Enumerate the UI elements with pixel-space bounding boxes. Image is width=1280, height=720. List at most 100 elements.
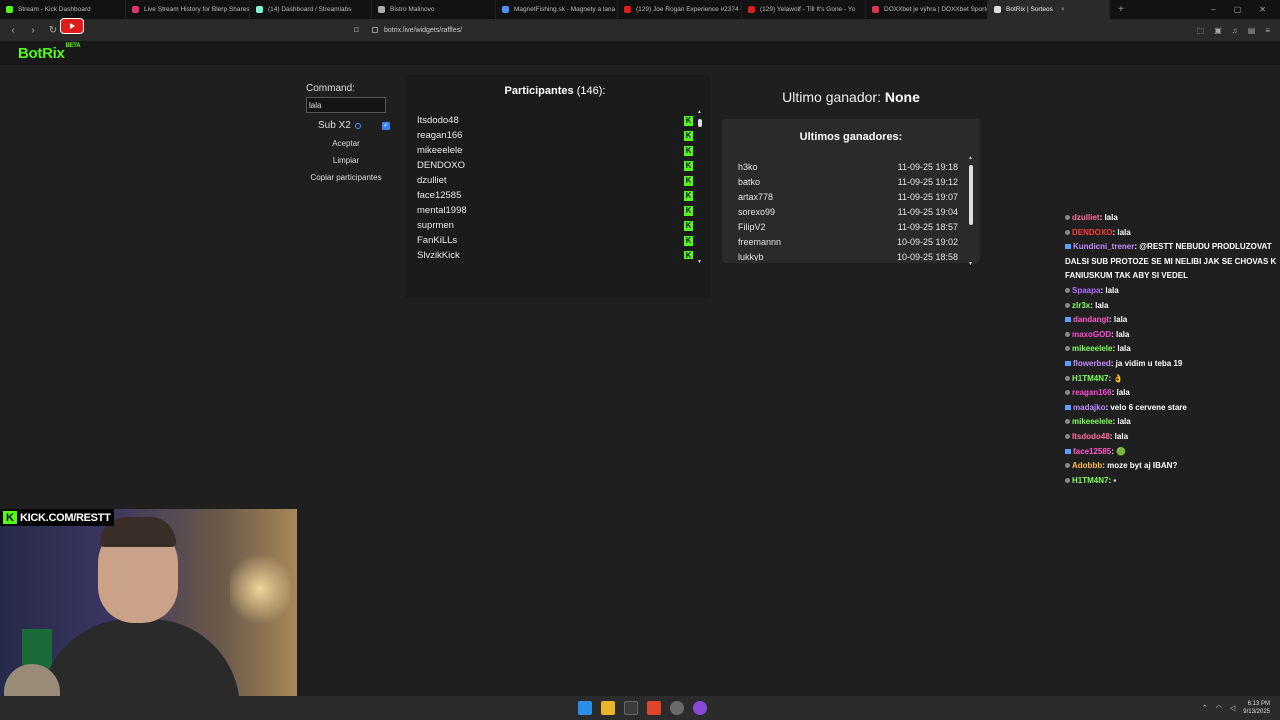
bookmark-icon[interactable]: ⌑: [354, 25, 359, 36]
participant-row[interactable]: suprmen K: [417, 218, 693, 233]
chat-username: flowerbed: [1073, 358, 1111, 368]
accept-button[interactable]: Aceptar: [306, 139, 386, 148]
participant-row[interactable]: DENDOXO K: [417, 158, 693, 173]
copy-participants-button[interactable]: Copiar participantes: [306, 173, 386, 182]
sidebar-icon[interactable]: ▤: [1248, 26, 1256, 35]
maximize-icon[interactable]: ▢: [1234, 5, 1242, 14]
tab-label: (14) Dashboard / Streamlabs: [268, 6, 352, 13]
recent-winners-list[interactable]: h3ko 11-09-25 19:18 batko 11-09-25 19:12 art…: [738, 159, 958, 262]
close-window-icon[interactable]: ✕: [1259, 5, 1266, 14]
tab-favicon-icon: [994, 6, 1001, 13]
winners-scrollbar[interactable]: ▲ ▼: [968, 155, 974, 267]
site-info-icon[interactable]: [372, 27, 378, 33]
kick-platform-icon: K: [684, 235, 693, 246]
scroll-down-icon[interactable]: ▼: [968, 261, 973, 267]
minimize-icon[interactable]: –: [1211, 5, 1215, 14]
windows-start-icon[interactable]: [578, 701, 592, 715]
back-icon[interactable]: ‹: [6, 25, 20, 36]
chat-badge-icon: [1065, 360, 1071, 366]
participant-row[interactable]: Itsdodo48 K: [417, 113, 693, 128]
browser-tab[interactable]: Bistro Malinovo: [372, 0, 496, 19]
participant-name: mikeeelele: [417, 145, 463, 156]
obs-icon[interactable]: [670, 701, 684, 715]
terminal-icon[interactable]: [624, 701, 638, 715]
close-tab-icon[interactable]: ×: [1061, 6, 1065, 13]
taskbar-apps: [578, 701, 707, 715]
sub-x2-checkbox[interactable]: ✓: [381, 121, 390, 130]
chat-badge-icon: [1065, 244, 1071, 250]
participant-row[interactable]: dzulliet K: [417, 173, 693, 188]
browser-tab[interactable]: Stream - Kick Dashboard: [0, 0, 126, 19]
url-text: botrix.live/widgets/raffles/: [384, 26, 463, 34]
kick-platform-icon: K: [684, 220, 693, 231]
chat-badge-icon: [1065, 419, 1070, 425]
chat-message: mikeeelele: lala: [1065, 342, 1277, 357]
chat-text: lala: [1095, 300, 1109, 310]
info-icon[interactable]: [354, 122, 361, 129]
winner-time: 10-09-25 18:58: [896, 251, 958, 262]
browser-tab[interactable]: (129) Yelawolf - Till It's Gone - Yo: [742, 0, 866, 19]
winner-name: h3ko: [738, 161, 758, 172]
chat-message: zlr3x: lala: [1065, 299, 1277, 314]
url-field[interactable]: botrix.live/widgets/raffles/: [372, 27, 462, 34]
participant-row[interactable]: mikeeelele K: [417, 143, 693, 158]
tab-favicon-icon: [6, 6, 13, 13]
youtube-icon[interactable]: [60, 18, 84, 34]
participant-row[interactable]: FanKiLLs K: [417, 233, 693, 248]
background-monitor: [22, 629, 52, 669]
browser-tab[interactable]: (14) Dashboard / Streamlabs: [250, 0, 372, 19]
chat-text: moze byt aj IBAN?: [1107, 461, 1178, 471]
browser-tab[interactable]: DOXXbet je výhra | DOXXbet Sportov: [866, 0, 988, 19]
scroll-thumb[interactable]: [969, 165, 973, 225]
browser-tab[interactable]: Live Stream History for Blerp Shares: [126, 0, 250, 19]
browser-tab[interactable]: BotRix | Sorteos ×: [988, 0, 1110, 19]
scroll-thumb[interactable]: [698, 119, 702, 127]
menu-icon[interactable]: ≡: [1265, 26, 1270, 35]
winner-row: artax778 11-09-25 19:07: [738, 189, 958, 204]
forward-icon[interactable]: ›: [26, 25, 40, 36]
participant-row[interactable]: mental1998 K: [417, 203, 693, 218]
clock[interactable]: 6:13 PM 9/13/2025: [1243, 700, 1270, 716]
participant-name: Itsdodo48: [417, 115, 459, 126]
chat-badge-icon: [1065, 346, 1070, 352]
tab-favicon-icon: [624, 6, 631, 13]
chat-message: madajko: velo 6 cervene stare: [1065, 401, 1277, 416]
brave-browser-icon[interactable]: [647, 701, 661, 715]
logo-text: BotRix: [18, 45, 65, 62]
wallet-icon[interactable]: ▣: [1214, 26, 1222, 35]
participants-list[interactable]: Itsdodo48 Kreagan166 Kmikeeelele K DENDOXO Kd…: [417, 113, 693, 259]
participant-row[interactable]: reagan166 K: [417, 128, 693, 143]
winner-row: FilipV2 11-09-25 18:57: [738, 219, 958, 234]
file-explorer-icon[interactable]: [601, 701, 615, 715]
media-icon[interactable]: ♫: [1232, 26, 1238, 35]
extensions-icon[interactable]: ⬚: [1197, 26, 1205, 35]
browser-tab[interactable]: MagnetFishing.sk - Magnety a lana p: [496, 0, 618, 19]
participant-name: face12585: [417, 190, 462, 201]
tray-chevron-icon[interactable]: ⌃: [1202, 704, 1208, 712]
app-icon[interactable]: [693, 701, 707, 715]
browser-tab[interactable]: (129) Joe Rogan Experience #2374 -: [618, 0, 742, 19]
scroll-down-icon[interactable]: ▼: [697, 259, 702, 265]
scroll-up-icon[interactable]: ▲: [968, 155, 973, 161]
volume-icon[interactable]: ◁: [1230, 704, 1235, 712]
network-icon[interactable]: ◠: [1216, 704, 1222, 712]
scroll-up-icon[interactable]: ▲: [697, 109, 702, 115]
winner-time: 11-09-25 19:18: [897, 161, 958, 172]
chat-badge-icon: [1065, 448, 1071, 454]
participant-row[interactable]: face12585 K: [417, 188, 693, 203]
reload-icon[interactable]: ↻: [46, 25, 60, 36]
participants-scrollbar[interactable]: ▲ ▼: [697, 109, 703, 265]
tab-label: (129) Yelawolf - Till It's Gone - Yo: [760, 6, 856, 13]
tab-label: Stream - Kick Dashboard: [18, 6, 91, 13]
chat-badge-icon: [1065, 477, 1070, 483]
command-input[interactable]: [306, 97, 386, 113]
kick-platform-icon: K: [684, 190, 693, 201]
clear-button[interactable]: Limpiar: [306, 156, 386, 165]
botrix-logo[interactable]: BotRixBETA: [18, 43, 81, 62]
participant-row[interactable]: SlvzikKick K: [417, 248, 693, 259]
new-tab-button[interactable]: +: [1110, 4, 1132, 15]
participant-name: reagan166: [417, 130, 463, 141]
chat-username: madajko: [1073, 402, 1106, 412]
chat-text: lala: [1117, 417, 1131, 427]
tab-favicon-icon: [132, 6, 139, 13]
